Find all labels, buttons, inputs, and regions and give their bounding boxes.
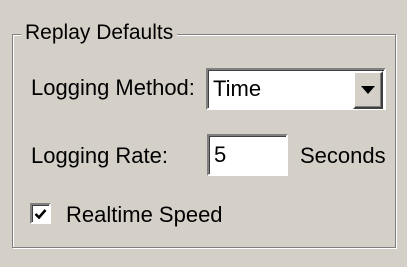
logging-rate-input[interactable]: 5 bbox=[207, 134, 288, 176]
dropdown-button[interactable] bbox=[353, 71, 383, 109]
logging-method-select[interactable]: Time bbox=[206, 68, 386, 110]
groupbox-title: Replay Defaults bbox=[21, 21, 178, 45]
logging-rate-label: Logging Rate: bbox=[31, 143, 168, 168]
checkmark-icon bbox=[34, 208, 47, 219]
logging-rate-value: 5 bbox=[214, 142, 227, 167]
chevron-down-icon bbox=[361, 86, 375, 94]
logging-method-value: Time bbox=[213, 76, 262, 101]
realtime-speed-label[interactable]: Realtime Speed bbox=[66, 202, 223, 228]
logging-method-label: Logging Method: bbox=[31, 75, 195, 100]
realtime-speed-checkbox[interactable] bbox=[30, 203, 51, 224]
replay-defaults-panel: Replay Defaults Logging Method: Time Log… bbox=[0, 0, 409, 269]
logging-rate-unit: Seconds bbox=[300, 143, 386, 168]
